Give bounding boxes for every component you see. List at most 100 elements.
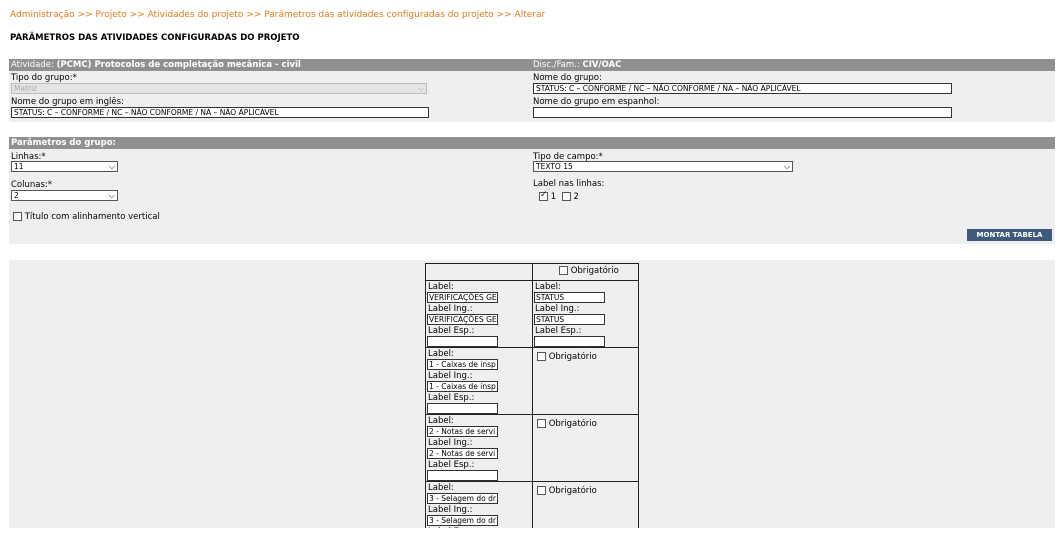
obligatory-option[interactable]: Obrigatório — [537, 486, 597, 496]
label-text: Label: — [428, 349, 454, 359]
label-line-2-checkbox[interactable] — [561, 192, 571, 201]
obligatory-option[interactable]: Obrigatório — [537, 352, 597, 362]
breadcrumb-item-edit[interactable]: Alterar — [515, 10, 546, 20]
lines-value: 11 — [14, 162, 24, 171]
row-label-cell: Label: 3 - Selagem do dr Label Ing.: 3 -… — [426, 482, 532, 528]
label-es-text: Label Esp.: — [428, 393, 475, 403]
columns-select[interactable]: 2 ⌵ — [11, 190, 118, 201]
obligatory-option[interactable]: Obrigatório — [559, 266, 619, 276]
activity-label: Atividade: — [11, 60, 54, 70]
breadcrumb-separator: >> — [246, 10, 262, 20]
label-en-input[interactable]: 1 - Caixas de insp — [427, 381, 498, 392]
label-text: Label: — [428, 483, 454, 493]
table-row: Label: 1 - Caixas de insp Label Ing.: 1 … — [426, 347, 638, 414]
label-es-input[interactable] — [427, 403, 498, 414]
label-es-text: Label Esp.: — [535, 326, 582, 336]
label-text: Label: — [428, 282, 454, 292]
label-en-text: Label Ing.: — [428, 505, 473, 515]
vertical-title-option[interactable]: Título com alinhamento vertical — [13, 212, 160, 222]
build-table-button[interactable]: MONTAR TABELA — [967, 229, 1052, 241]
group-name-es-label: Nome do grupo em espanhol: — [533, 97, 660, 107]
value-cell: Obrigatório — [532, 348, 638, 414]
obligatory-label: Obrigatório — [548, 352, 597, 362]
table-row: Label: 2 - Notas de servi Label Ing.: 2 … — [426, 414, 638, 481]
label-line-1-checkbox[interactable] — [539, 190, 548, 201]
vertical-title-checkbox[interactable] — [13, 212, 22, 221]
activity-value: (PCMC) Protocolos de completação mecânic… — [56, 60, 301, 70]
chevron-down-icon: ⌵ — [417, 84, 424, 93]
table-row: Label: VERIFICAÇÕES GE Label Ing.: VERIF… — [426, 280, 638, 347]
group-name-en-input[interactable]: STATUS: C – CONFORME / NC – NÃO CONFORME… — [11, 107, 429, 118]
row-label-cell: Label: 1 - Caixas de insp Label Ing.: 1 … — [426, 348, 532, 414]
obligatory-option[interactable]: Obrigatório — [537, 419, 597, 429]
obligatory-checkbox[interactable] — [537, 419, 546, 428]
obligatory-label: Obrigatório — [548, 486, 597, 496]
label-en-input[interactable]: 3 - Selagem do dr — [427, 515, 498, 526]
chevron-down-icon: ⌵ — [783, 162, 790, 171]
page-title: PARÂMETROS DAS ATIVIDADES CONFIGURADAS D… — [10, 33, 300, 43]
label-input[interactable]: 2 - Notas de servi — [427, 426, 498, 437]
value-cell: Obrigatório — [532, 482, 638, 528]
breadcrumb-separator: >> — [77, 10, 93, 20]
label-es-text: Label Esp.: — [428, 460, 475, 470]
matrix-table: Obrigatório Label: VERIFICAÇÕES GE Label… — [425, 263, 639, 528]
label-text: Label: — [428, 416, 454, 426]
chevron-down-icon: ⌵ — [108, 191, 115, 200]
chevron-down-icon: ⌵ — [108, 162, 115, 171]
obligatory-checkbox[interactable] — [559, 266, 568, 275]
activity-header: Atividade: (PCMC) Protocolos de completa… — [9, 59, 1055, 71]
columns-value: 2 — [14, 191, 19, 200]
label-es-text: Label Esp.: — [428, 326, 475, 336]
breadcrumb-item-project[interactable]: Projeto — [95, 10, 126, 20]
label-es-text: Label Esp.: — [428, 527, 474, 528]
corner-cell — [426, 264, 532, 280]
label-input[interactable]: 3 - Selagem do dr — [427, 493, 498, 504]
label-input[interactable]: VERIFICAÇÕES GE — [427, 292, 498, 303]
label-line-1-text: 1 — [550, 192, 557, 202]
group-name-input[interactable]: STATUS: C – CONFORME / NC – NÃO CONFORME… — [533, 83, 952, 94]
activity-panel: Atividade: (PCMC) Protocolos de completa… — [9, 59, 1055, 122]
label-text: Label: — [535, 282, 561, 292]
label-en-text: Label Ing.: — [535, 304, 580, 314]
table-row: Label: 3 - Selagem do dr Label Ing.: 3 -… — [426, 481, 638, 528]
breadcrumb-item-admin[interactable]: Administração — [10, 10, 75, 20]
label-es-input[interactable] — [427, 470, 498, 481]
group-name-en-label: Nome do grupo em inglês: — [11, 97, 124, 107]
label-line-2-text: 2 — [573, 192, 579, 202]
label-en-input[interactable]: 2 - Notas de servi — [427, 448, 498, 459]
vertical-title-label: Título com alinhamento vertical — [24, 212, 160, 222]
group-params-header: Parâmetros do grupo: — [9, 137, 1055, 149]
row-label-cell: Label: 2 - Notas de servi Label Ing.: 2 … — [426, 415, 532, 481]
label-en-input[interactable]: VERIFICAÇÕES GE — [427, 314, 498, 325]
breadcrumb-separator: >> — [496, 10, 512, 20]
field-type-select[interactable]: TEXTO 15 ⌵ — [533, 161, 793, 172]
label-lines-options: 1 2 — [539, 190, 579, 202]
disc-value: CIV/OAC — [582, 60, 622, 70]
row-label-cell: Label: VERIFICAÇÕES GE Label Ing.: VERIF… — [426, 281, 532, 347]
label-input[interactable]: 1 - Caixas de insp — [427, 359, 498, 370]
breadcrumb-separator: >> — [129, 10, 145, 20]
breadcrumb-item-parameters[interactable]: Parâmetros das atividades configuradas d… — [264, 10, 493, 20]
table-row: Obrigatório — [426, 264, 638, 280]
label-en-text: Label Ing.: — [428, 438, 473, 448]
label-lines-label: Label nas linhas: — [533, 179, 605, 189]
group-name-es-input[interactable] — [533, 107, 952, 118]
label-input[interactable]: STATUS — [534, 292, 605, 303]
label-es-input[interactable] — [427, 336, 498, 347]
label-en-text: Label Ing.: — [428, 371, 473, 381]
obligatory-checkbox[interactable] — [537, 486, 546, 495]
obligatory-checkbox[interactable] — [537, 352, 546, 361]
lines-select[interactable]: 11 ⌵ — [11, 161, 118, 172]
group-type-select: Matriz ⌵ — [11, 83, 427, 94]
value-cell: Obrigatório — [532, 415, 638, 481]
label-es-input[interactable] — [534, 336, 605, 347]
label-en-text: Label Ing.: — [428, 304, 473, 314]
group-type-label: Tipo do grupo:* — [11, 73, 77, 83]
column-label-cell: Label: STATUS Label Ing.: STATUS Label E… — [532, 281, 638, 347]
obligatory-label: Obrigatório — [570, 266, 619, 276]
columns-label: Colunas:* — [11, 180, 53, 190]
breadcrumb-item-activities[interactable]: Atividades do projeto — [148, 10, 244, 20]
field-type-value: TEXTO 15 — [536, 162, 573, 171]
disc-label: Disc./Fam.: — [533, 60, 580, 70]
label-en-input[interactable]: STATUS — [534, 314, 605, 325]
